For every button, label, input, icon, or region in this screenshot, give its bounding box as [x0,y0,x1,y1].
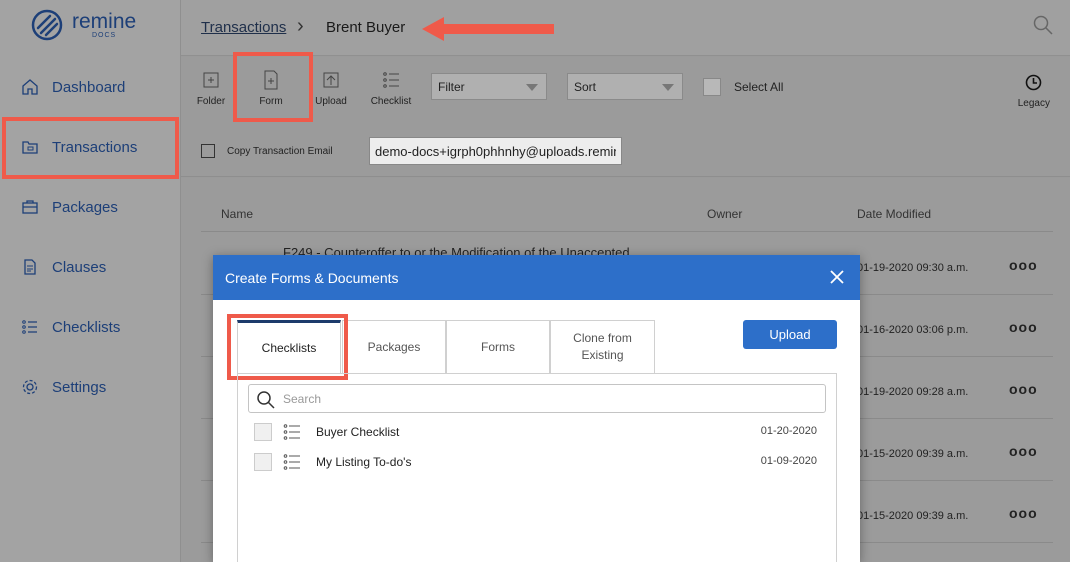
sidebar-item-label: Dashboard [52,78,126,96]
upload-button[interactable]: Upload [309,69,353,107]
row-date: 01-19-2020 09:30 a.m. [857,262,969,274]
breadcrumb-transactions-link[interactable]: Transactions [201,19,286,36]
top-header: Transactions › Brent Buyer [181,0,1070,56]
upload-label: Upload [315,96,347,107]
search-field[interactable] [248,384,826,413]
brand-sub: DOCS [91,32,117,39]
sidebar-item-checklists[interactable]: Checklists [20,317,120,337]
modal-title: Create Forms & Documents [225,270,399,286]
row-actions-button[interactable]: ooo [1009,319,1038,335]
upload-icon [309,69,353,91]
tab-packages[interactable]: Packages [342,320,446,373]
annotation-highlight-checklists-tab [227,314,348,380]
sidebar-item-label: Checklists [52,318,121,336]
toolbar: Folder Form Upload Checklist Filter Sort… [181,52,1070,177]
list-icon [20,317,40,337]
close-icon[interactable] [828,268,846,291]
filter-select[interactable]: Filter [431,73,547,100]
item-name: My Listing To-do's [316,455,412,469]
folder-label: Folder [196,96,226,107]
row-date: 01-16-2020 03:06 p.m. [857,324,969,336]
item-date: 01-09-2020 [760,455,817,467]
clock-icon [1018,71,1050,93]
column-header-name[interactable]: Name [221,207,253,221]
tab-label: Packages [367,339,421,354]
sidebar-item-clauses[interactable]: Clauses [20,257,106,277]
brand-name: remine [72,10,137,33]
home-icon [20,77,40,97]
item-checkbox[interactable] [254,423,272,441]
sort-label: Sort [574,80,597,94]
row-actions-button[interactable]: ooo [1009,381,1038,397]
tab-forms[interactable]: Forms [446,320,550,373]
chevron-right-icon: › [297,15,304,37]
item-name: Buyer Checklist [316,425,400,439]
gear-icon [20,377,40,397]
breadcrumb-current: Brent Buyer [326,19,406,36]
list-item[interactable]: Buyer Checklist 01-20-2020 [254,421,817,443]
select-all-label: Select All [734,80,784,94]
annotation-highlight-form [233,52,313,122]
create-forms-modal: Create Forms & Documents Checklists Pack… [213,255,860,562]
sort-select[interactable]: Sort [567,73,683,100]
folder-plus-icon [189,69,233,91]
annotation-highlight-transactions [2,117,179,179]
sidebar-item-label: Packages [52,198,118,216]
row-actions-button[interactable]: ooo [1009,505,1038,521]
new-folder-button[interactable]: Folder [189,69,233,107]
sidebar-item-settings[interactable]: Settings [20,377,106,397]
column-header-owner[interactable]: Owner [707,207,742,221]
row-date: 01-19-2020 09:28 a.m. [857,386,969,398]
sidebar-item-dashboard[interactable]: Dashboard [20,77,125,97]
sidebar: remine DOCS Dashboard Transactions Packa… [0,0,181,562]
item-date: 01-20-2020 [760,425,817,437]
row-actions-button[interactable]: ooo [1009,443,1038,459]
row-actions-button[interactable]: ooo [1009,257,1038,273]
logo[interactable]: remine DOCS [30,8,136,42]
legacy-label: Legacy [1017,98,1050,109]
remine-logo-icon [31,9,63,41]
sidebar-item-label: Clauses [52,258,107,276]
row-date: 01-15-2020 09:39 a.m. [857,448,969,460]
checklist-button[interactable]: Checklist [369,69,413,107]
caret-down-icon [526,84,538,91]
column-header-date-modified[interactable]: Date Modified [857,207,931,221]
document-icon [20,257,40,277]
annotation-arrow-icon [422,17,554,41]
legacy-button[interactable]: Legacy [1018,71,1050,109]
search-icon[interactable] [1032,14,1054,41]
sidebar-item-packages[interactable]: Packages [20,197,118,217]
tab-label: Forms [481,339,515,354]
filter-label: Filter [438,80,465,94]
sidebar-item-label: Settings [52,378,107,396]
row-date: 01-15-2020 09:39 a.m. [857,510,969,522]
caret-down-icon [662,84,674,91]
copy-icon[interactable] [201,144,215,158]
checklist-icon [369,69,413,91]
list-item[interactable]: My Listing To-do's 01-09-2020 [254,451,817,473]
checklist-icon [283,453,301,476]
item-checkbox[interactable] [254,453,272,471]
search-icon [256,390,276,415]
checklist-icon [283,423,301,446]
transaction-email-field[interactable] [369,137,622,165]
modal-header: Create Forms & Documents [213,255,860,300]
select-all-checkbox[interactable] [703,78,721,96]
package-icon [20,197,40,217]
checklist-label: Checklist [370,96,412,107]
tab-label: Clone from Existing [573,331,632,362]
tab-clone-from-existing[interactable]: Clone from Existing [550,320,655,373]
search-input[interactable] [283,390,803,408]
modal-upload-button[interactable]: Upload [743,320,837,349]
copy-transaction-email-label[interactable]: Copy Transaction Email [227,146,333,157]
